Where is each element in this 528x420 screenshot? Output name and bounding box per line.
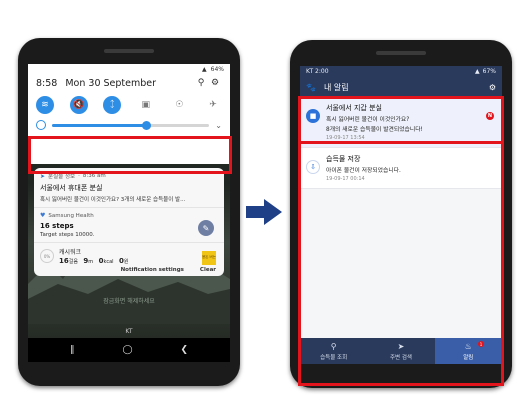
brightness-thumb[interactable] [142, 120, 152, 130]
screen-icon: ▣ [141, 100, 151, 110]
pencil-icon[interactable]: ✎ [198, 220, 214, 236]
health-notification[interactable]: ♥ Samsung Health 16 steps Target steps 1… [34, 208, 224, 243]
paw-icon: 🐾 [306, 82, 316, 92]
navigation-bar: ‖ ◯ ❮ [28, 338, 230, 362]
mute-toggle[interactable]: 🔇 [69, 96, 88, 114]
recents-icon[interactable]: ‖ [70, 345, 75, 355]
left-screen: 잠금화면 해제하세요 ▲ 64% 8:58 Mon 30 September ⚲… [28, 64, 230, 362]
right-phone: KT 2:00 ▲ 67% 🐾 내 알림 ⚙ ■ 서울에서 지갑 분실 혹시 잃… [290, 40, 512, 388]
bluetooth-icon: ᛨ [109, 100, 115, 110]
notification-title: 16 steps [40, 222, 74, 230]
progress-ring: 0% [40, 249, 54, 263]
brightness-icon [36, 120, 46, 130]
gear-icon[interactable]: ⚙ [208, 78, 222, 88]
cashwalk-stats: 16걸음 9m 0kcal 0원 [59, 257, 129, 265]
arrow-right-icon [246, 199, 282, 225]
wifi-icon: ≋ [41, 100, 49, 110]
flashlight-icon: ☉ [175, 100, 184, 110]
screen-toggle[interactable]: ▣ [137, 96, 155, 114]
highlight-box-full [298, 96, 504, 386]
notification-header: ♥ Samsung Health [40, 212, 218, 219]
notification-body: Target steps 10000. [40, 232, 95, 238]
cashwalk-notification[interactable]: 0% 캐시워크 16걸음 9m 0kcal 0원 용돈 버는 [34, 243, 224, 269]
notification-title: 서울에서 휴대폰 분실 [40, 184, 103, 192]
brightness-row: ⌄ [28, 114, 230, 130]
brightness-fill [52, 123, 147, 127]
mute-icon: 🔇 [72, 100, 85, 110]
battery-level: 64% [210, 65, 224, 73]
status-bar: ▲ 64% [28, 64, 230, 74]
signal-icon: ▲ [475, 68, 480, 75]
signal-icon: ▲ [202, 65, 207, 73]
notification-settings-button[interactable]: Notification settings [121, 267, 184, 273]
lock-message: 잠금화면 해제하세요 [103, 298, 155, 305]
bluetooth-toggle[interactable]: ᛨ [103, 96, 122, 114]
airplane-icon: ✈ [209, 100, 217, 110]
wifi-toggle[interactable]: ≋ [36, 96, 54, 114]
shade-time: 8:58 [36, 77, 58, 89]
app-header: 🐾 내 알림 ⚙ [300, 77, 502, 97]
shade-date: Mon 30 September [65, 77, 157, 89]
home-icon[interactable]: ◯ [122, 345, 132, 355]
canvas: 잠금화면 해제하세요 ▲ 64% 8:58 Mon 30 September ⚲… [0, 0, 528, 420]
notification-body: 혹시 잃어버린 물건이 이것인가요? 3개의 새로운 습득물이 발... [40, 197, 186, 203]
app-name: Samsung Health [48, 212, 94, 219]
heart-icon: ♥ [40, 212, 46, 219]
search-icon[interactable]: ⚲ [194, 78, 208, 88]
quick-settings: ≋ 🔇 ᛨ ▣ ☉ ✈ [28, 92, 230, 114]
clear-button[interactable]: Clear [200, 267, 216, 273]
highlight-box [28, 136, 232, 174]
lost-item-notification[interactable]: ➤ 분실물 정보 · 8:36 am 서울에서 휴대폰 분실 혹시 잃어버린 물… [34, 168, 224, 208]
chevron-down-icon[interactable]: ⌄ [215, 121, 222, 130]
status-bar: KT 2:00 ▲ 67% [300, 66, 502, 77]
notification-actions: Notification settings Clear [121, 267, 216, 273]
brightness-slider[interactable] [52, 120, 210, 130]
airplane-toggle[interactable]: ✈ [204, 96, 222, 114]
page-title: 내 알림 [323, 82, 349, 92]
shade-header: 8:58 Mon 30 September ⚲ ⚙ [28, 74, 230, 92]
left-phone: 잠금화면 해제하세요 ▲ 64% 8:58 Mon 30 September ⚲… [18, 38, 240, 386]
earpiece [104, 49, 154, 53]
gear-icon[interactable]: ⚙ [489, 83, 496, 92]
notification-panel: ➤ 분실물 정보 · 8:36 am 서울에서 휴대폰 분실 혹시 잃어버린 물… [34, 168, 224, 276]
carrier-time: KT 2:00 [306, 68, 329, 75]
battery-level: 67% [482, 68, 496, 75]
cashwalk-title: 캐시워크 [59, 249, 82, 256]
back-icon[interactable]: ❮ [181, 345, 189, 355]
cashwalk-badge: 용돈 버는 [202, 251, 216, 265]
flashlight-toggle[interactable]: ☉ [170, 96, 188, 114]
carrier-label: KT [125, 327, 133, 335]
earpiece [376, 51, 426, 55]
